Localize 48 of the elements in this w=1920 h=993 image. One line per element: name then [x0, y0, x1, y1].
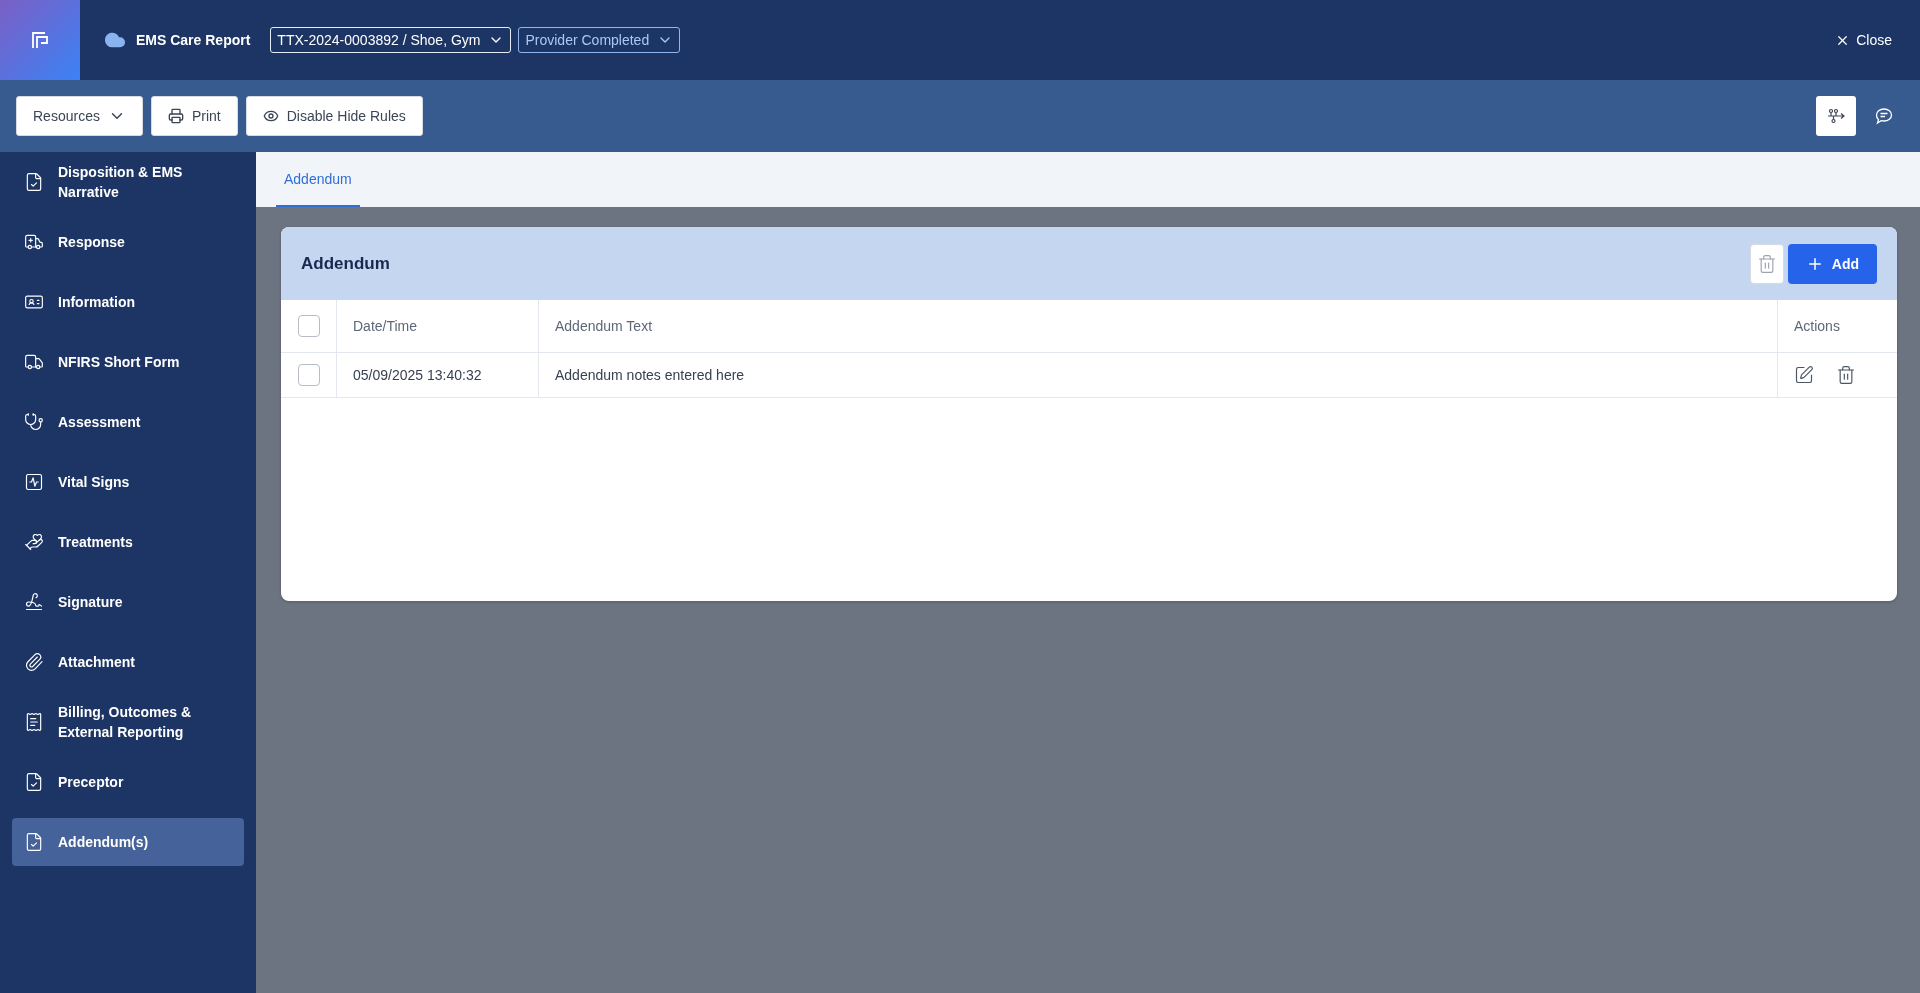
table-cell: Addendum notes entered here [555, 367, 745, 383]
section-icon [24, 652, 44, 672]
sidebar-item[interactable]: Preceptor [12, 752, 244, 812]
sidebar-item[interactable]: Treatments [12, 512, 244, 572]
sidebar-item[interactable]: Response [12, 212, 244, 272]
tab[interactable]: Addendum [276, 152, 360, 207]
delete-icon[interactable] [1836, 365, 1856, 385]
sidebar-item[interactable]: Billing, Outcomes & External Reporting [12, 692, 244, 752]
checkbox[interactable] [297, 364, 320, 386]
sidebar-item[interactable]: Signature [12, 572, 244, 632]
status-select[interactable]: Provider Completed [518, 27, 681, 53]
column-header: Addendum Text [555, 318, 653, 334]
sidebar-item[interactable]: Addendum(s) [12, 818, 244, 866]
trash-icon [1756, 253, 1777, 274]
sidebar-item[interactable]: NFIRS Short Form [12, 332, 244, 392]
toolbar-button[interactable]: Print [150, 96, 238, 136]
section-icon [24, 172, 44, 192]
app-title: EMS Care Report [136, 32, 251, 48]
section-icon [24, 712, 44, 732]
sidebar-item[interactable]: Vital Signs [12, 452, 244, 512]
table-cell: 05/09/2025 13:40:32 [353, 367, 482, 383]
edit-icon[interactable] [1794, 365, 1814, 385]
record-select[interactable]: TTX-2024-0003892 / Shoe, Gym [270, 27, 512, 53]
add-button[interactable]: Add [1787, 243, 1877, 284]
toolbar-button[interactable]: Resources [16, 96, 143, 136]
column-header: Date/Time [353, 318, 418, 334]
sidebar-item[interactable]: Disposition & EMS Narrative [12, 152, 244, 212]
section-icon [24, 832, 44, 852]
toolbar-button[interactable]: Disable Hide Rules [245, 96, 423, 136]
sidebar-item[interactable]: Assessment [12, 392, 244, 452]
section-icon [24, 352, 44, 372]
card-title: Addendum [301, 253, 390, 274]
section-icon [24, 412, 44, 432]
eye-icon [262, 108, 279, 124]
print-icon [167, 108, 184, 124]
chat-icon [1874, 106, 1894, 126]
section-icon [24, 472, 44, 492]
sidebar-item[interactable]: Attachment [12, 632, 244, 692]
section-icon [24, 532, 44, 552]
sidebar-item[interactable]: Information [12, 272, 244, 332]
checkbox[interactable] [297, 315, 320, 337]
close-button[interactable]: Close [1829, 31, 1898, 49]
flow-button[interactable] [1816, 96, 1856, 136]
flow-icon [1826, 108, 1846, 124]
section-icon [24, 232, 44, 252]
section-icon [24, 772, 44, 792]
section-icon [24, 592, 44, 612]
column-header: Actions [1794, 318, 1840, 334]
